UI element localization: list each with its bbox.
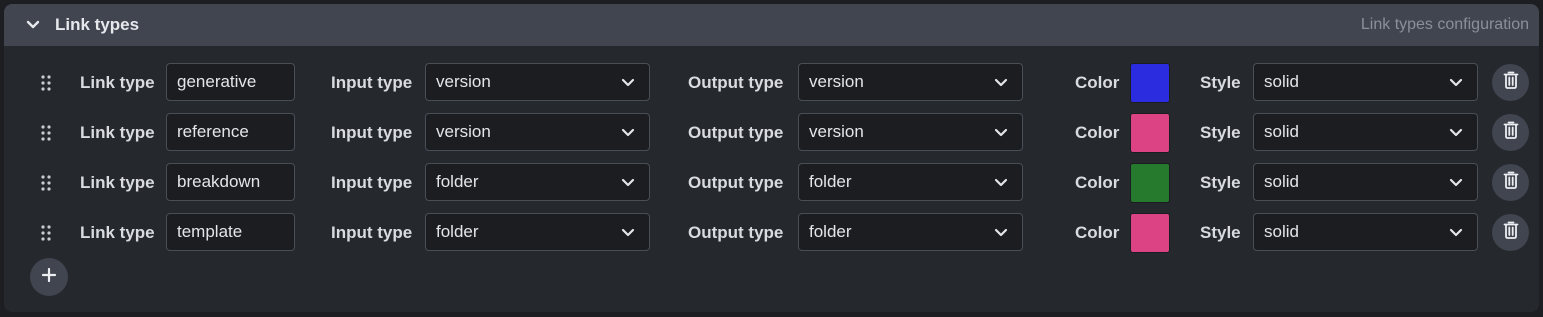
style-value: solid xyxy=(1264,72,1299,91)
section-subtitle: Link types configuration xyxy=(1360,16,1529,33)
style-label: Style xyxy=(1200,73,1241,92)
section-title: Link types xyxy=(55,15,140,34)
input-type-label: Input type xyxy=(331,73,413,92)
style-select[interactable]: solid xyxy=(1253,163,1478,201)
chevron-down-icon[interactable] xyxy=(23,15,43,35)
style-label: Style xyxy=(1200,223,1241,242)
color-label: Color xyxy=(1075,73,1120,92)
plus-icon xyxy=(41,267,57,288)
link-type-row: Link type breakdown Input type folder Ou… xyxy=(4,163,1539,203)
delete-row-button[interactable] xyxy=(1492,164,1529,201)
output-type-label: Output type xyxy=(688,73,784,92)
output-type-select[interactable]: version xyxy=(798,113,1023,151)
link-type-input[interactable]: breakdown xyxy=(166,163,295,201)
link-type-label: Link type xyxy=(80,123,155,142)
chevron-down-icon xyxy=(621,72,635,92)
input-type-select[interactable]: version xyxy=(425,113,650,151)
chevron-down-icon xyxy=(994,172,1008,192)
trash-icon xyxy=(1503,121,1519,144)
output-type-value: folder xyxy=(809,172,852,191)
style-value: solid xyxy=(1264,222,1299,241)
color-swatch[interactable] xyxy=(1130,63,1170,103)
output-type-select[interactable]: folder xyxy=(798,163,1023,201)
output-type-value: folder xyxy=(809,222,852,241)
style-value: solid xyxy=(1264,172,1299,191)
input-type-select[interactable]: folder xyxy=(425,163,650,201)
chevron-down-icon xyxy=(621,122,635,142)
style-select[interactable]: solid xyxy=(1253,213,1478,251)
delete-row-button[interactable] xyxy=(1492,214,1529,251)
section-header[interactable]: Link types Link types configuration xyxy=(4,4,1539,46)
output-type-label: Output type xyxy=(688,223,784,242)
chevron-down-icon xyxy=(994,72,1008,92)
input-type-label: Input type xyxy=(331,223,413,242)
output-type-value: version xyxy=(809,72,864,91)
input-type-value: version xyxy=(436,72,491,91)
link-type-row: Link type reference Input type version O… xyxy=(4,113,1539,153)
color-label: Color xyxy=(1075,123,1120,142)
delete-row-button[interactable] xyxy=(1492,114,1529,151)
chevron-down-icon xyxy=(1449,122,1463,142)
color-label: Color xyxy=(1075,173,1120,192)
style-label: Style xyxy=(1200,123,1241,142)
chevron-down-icon xyxy=(994,222,1008,242)
link-types-panel: Link types Link types configuration Link… xyxy=(4,4,1539,312)
style-value: solid xyxy=(1264,122,1299,141)
drag-handle-icon[interactable] xyxy=(40,124,52,142)
input-type-label: Input type xyxy=(331,173,413,192)
chevron-down-icon xyxy=(621,172,635,192)
output-type-value: version xyxy=(809,122,864,141)
output-type-label: Output type xyxy=(688,173,784,192)
input-type-select[interactable]: folder xyxy=(425,213,650,251)
link-type-label: Link type xyxy=(80,73,155,92)
style-label: Style xyxy=(1200,173,1241,192)
chevron-down-icon xyxy=(1449,222,1463,242)
trash-icon xyxy=(1503,221,1519,244)
color-label: Color xyxy=(1075,223,1120,242)
link-type-label: Link type xyxy=(80,173,155,192)
drag-handle-icon[interactable] xyxy=(40,224,52,242)
color-swatch[interactable] xyxy=(1130,163,1170,203)
chevron-down-icon xyxy=(1449,172,1463,192)
trash-icon xyxy=(1503,171,1519,194)
output-type-select[interactable]: version xyxy=(798,63,1023,101)
drag-handle-icon[interactable] xyxy=(40,174,52,192)
color-swatch[interactable] xyxy=(1130,113,1170,153)
trash-icon xyxy=(1503,71,1519,94)
input-type-select[interactable]: version xyxy=(425,63,650,101)
link-type-input[interactable]: template xyxy=(166,213,295,251)
input-type-value: version xyxy=(436,122,491,141)
add-link-type-button[interactable] xyxy=(30,258,68,296)
output-type-select[interactable]: folder xyxy=(798,213,1023,251)
link-type-input[interactable]: reference xyxy=(166,113,295,151)
link-type-input[interactable]: generative xyxy=(166,63,295,101)
link-type-row: Link type generative Input type version … xyxy=(4,63,1539,103)
link-type-label: Link type xyxy=(80,223,155,242)
link-type-row: Link type template Input type folder Out… xyxy=(4,213,1539,253)
color-swatch[interactable] xyxy=(1130,213,1170,253)
style-select[interactable]: solid xyxy=(1253,63,1478,101)
style-select[interactable]: solid xyxy=(1253,113,1478,151)
chevron-down-icon xyxy=(1449,72,1463,92)
input-type-value: folder xyxy=(436,172,479,191)
drag-handle-icon[interactable] xyxy=(40,74,52,92)
delete-row-button[interactable] xyxy=(1492,64,1529,101)
output-type-label: Output type xyxy=(688,123,784,142)
input-type-value: folder xyxy=(436,222,479,241)
chevron-down-icon xyxy=(621,222,635,242)
chevron-down-icon xyxy=(994,122,1008,142)
input-type-label: Input type xyxy=(331,123,413,142)
